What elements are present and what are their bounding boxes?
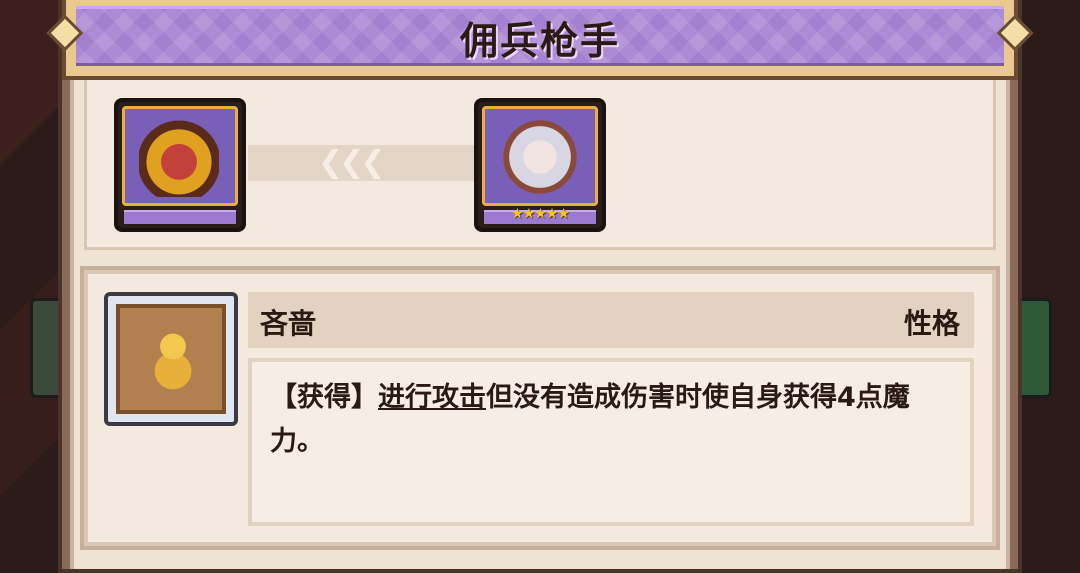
trait-name: 吝啬 <box>260 307 317 340</box>
from-portrait-frame <box>122 106 238 206</box>
mercenary-demon-portrait-icon <box>139 119 219 197</box>
mercenary-white-hair-portrait-icon <box>497 117 583 197</box>
trait-emblem-inner <box>116 304 226 414</box>
to-portrait-bar: ★★★★★ <box>484 206 596 224</box>
evolution-arrows-icon: ❮❮❮ <box>318 145 385 180</box>
trait-category: 性格 <box>903 307 960 340</box>
desc-keyword-link[interactable]: 进行攻击 <box>378 382 486 413</box>
to-portrait-frame <box>482 106 598 206</box>
trait-emblem-icon <box>138 322 208 392</box>
trait-header: 吝啬 性格 <box>248 292 974 348</box>
title-banner: 佣兵枪手 <box>46 0 1034 80</box>
desc-prefix: 【获得】 <box>270 382 378 413</box>
trait-description: 【获得】进行攻击但没有造成伤害时使自身获得4点魔力。 <box>270 376 950 464</box>
page-title: 佣兵枪手 <box>459 19 620 63</box>
trait-emblem[interactable] <box>104 292 238 426</box>
from-portrait[interactable] <box>114 98 246 232</box>
star-rating: ★★★★★ <box>511 206 570 222</box>
trait-description-box: 【获得】进行攻击但没有造成伤害时使自身获得4点魔力。 <box>248 358 974 526</box>
from-portrait-bar <box>124 210 236 224</box>
to-portrait[interactable]: ★★★★★ <box>474 98 606 232</box>
